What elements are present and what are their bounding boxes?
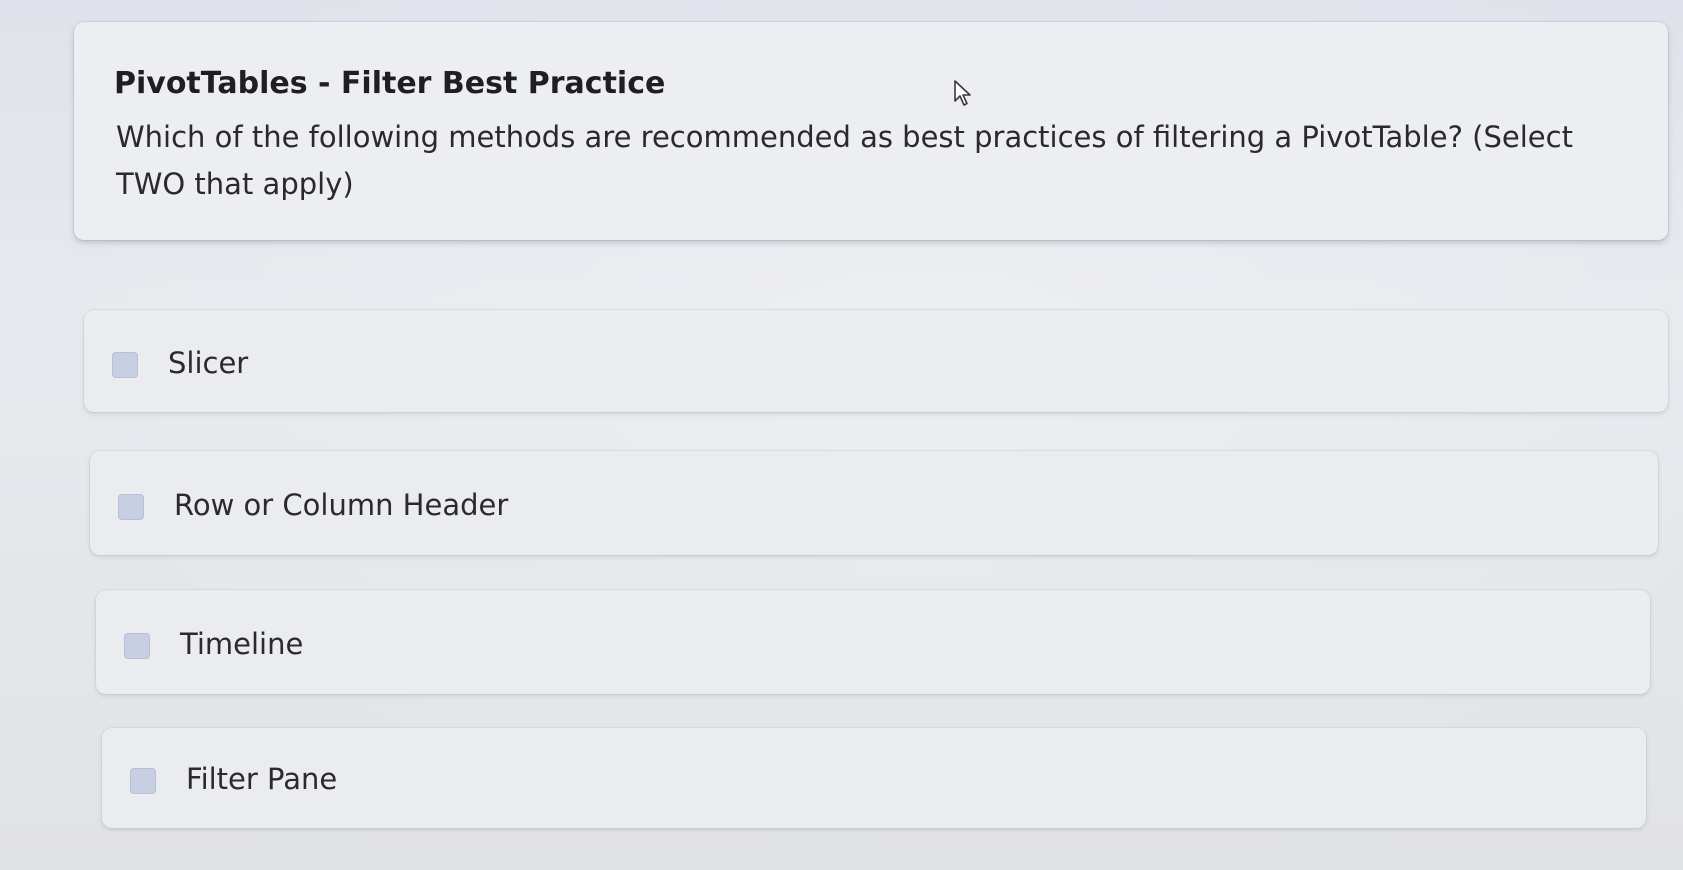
mouse-pointer-icon [954,80,971,106]
checkbox-icon[interactable] [124,633,150,659]
question-text: Which of the following methods are recom… [116,120,1573,201]
checkbox-icon[interactable] [130,768,156,794]
checkbox-icon[interactable] [112,352,138,378]
option-label: Row or Column Header [174,488,509,522]
option-row-or-column-header[interactable]: Row or Column Header [90,451,1658,555]
option-filter-pane[interactable]: Filter Pane [102,728,1646,828]
option-slicer[interactable]: Slicer [84,310,1668,412]
option-label: Filter Pane [186,762,338,796]
option-timeline[interactable]: Timeline [96,590,1650,694]
question-title: PivotTables - Filter Best Practice [114,66,666,101]
option-label: Timeline [180,627,304,661]
option-label: Slicer [168,346,249,380]
checkbox-icon[interactable] [118,494,144,520]
